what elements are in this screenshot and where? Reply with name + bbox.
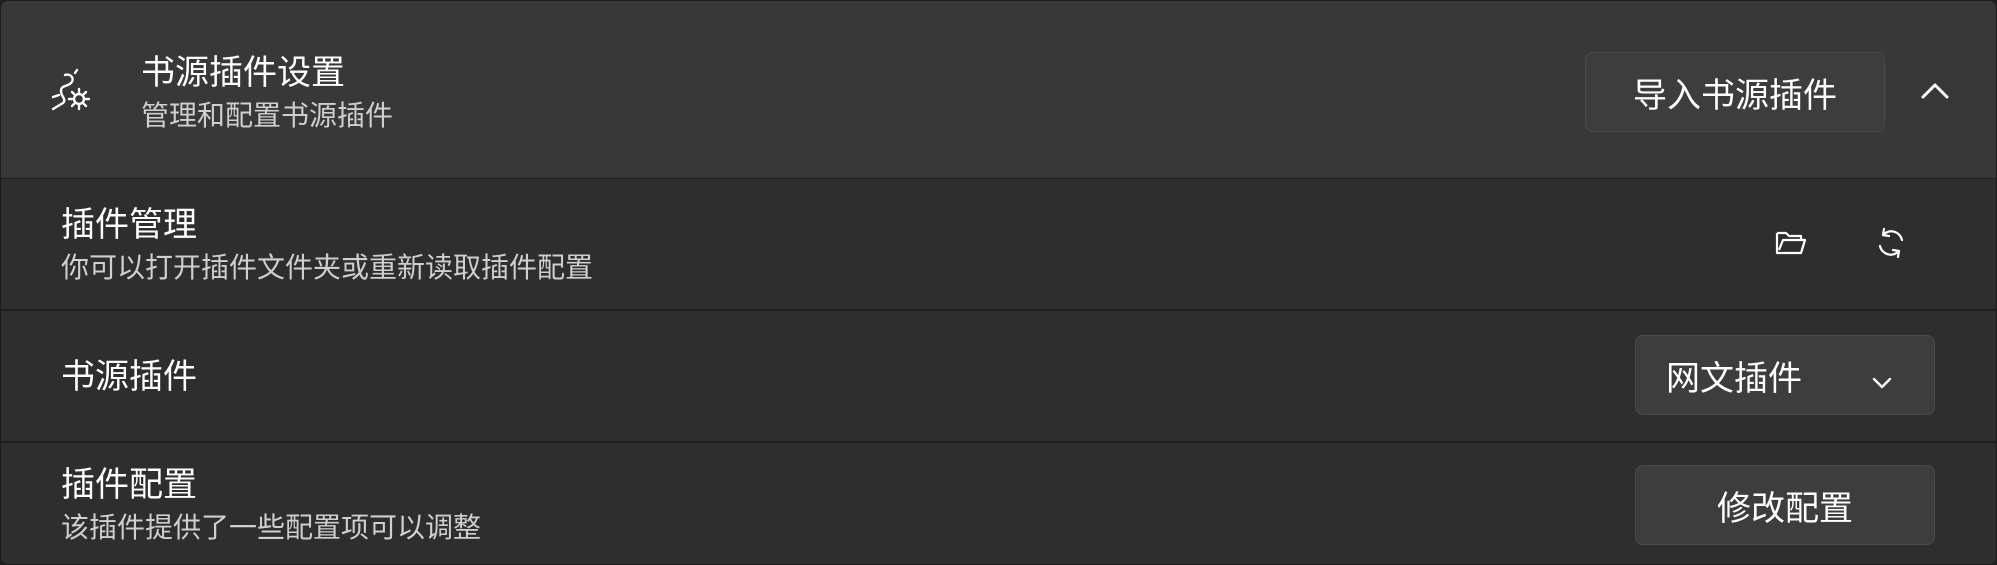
chevron-up-icon[interactable]: [1915, 71, 1955, 111]
plugin-management-subtitle: 你可以打开插件文件夹或重新读取插件配置: [61, 251, 594, 284]
header-title: 书源插件设置: [141, 53, 345, 93]
source-plugin-selected: 网文插件: [1666, 358, 1802, 399]
import-plugin-button[interactable]: 导入书源插件: [1585, 52, 1885, 132]
plugin-config-title: 插件配置: [61, 465, 197, 505]
plugin-config-row: 插件配置 该插件提供了一些配置项可以调整 修改配置: [1, 443, 1996, 564]
refresh-icon[interactable]: [1867, 219, 1915, 267]
source-plugin-row: 书源插件 网文插件: [1, 311, 1996, 443]
source-plugin-dropdown[interactable]: 网文插件: [1635, 335, 1935, 415]
chevron-down-icon: [1870, 364, 1894, 389]
plugin-settings-icon: [45, 67, 93, 115]
source-plugin-title: 书源插件: [61, 357, 197, 397]
modify-config-button[interactable]: 修改配置: [1635, 465, 1935, 545]
settings-expander-header[interactable]: 书源插件设置 管理和配置书源插件 导入书源插件: [1, 1, 1996, 179]
plugin-config-subtitle: 该插件提供了一些配置项可以调整: [61, 511, 482, 544]
plugin-management-title: 插件管理: [61, 205, 197, 245]
folder-open-icon[interactable]: [1767, 219, 1815, 267]
plugin-management-row: 插件管理 你可以打开插件文件夹或重新读取插件配置: [1, 179, 1996, 311]
plugin-settings-panel: 书源插件设置 管理和配置书源插件 导入书源插件 插件管理 你可以打开插件文件夹或…: [0, 0, 1997, 565]
header-subtitle: 管理和配置书源插件: [141, 99, 394, 132]
